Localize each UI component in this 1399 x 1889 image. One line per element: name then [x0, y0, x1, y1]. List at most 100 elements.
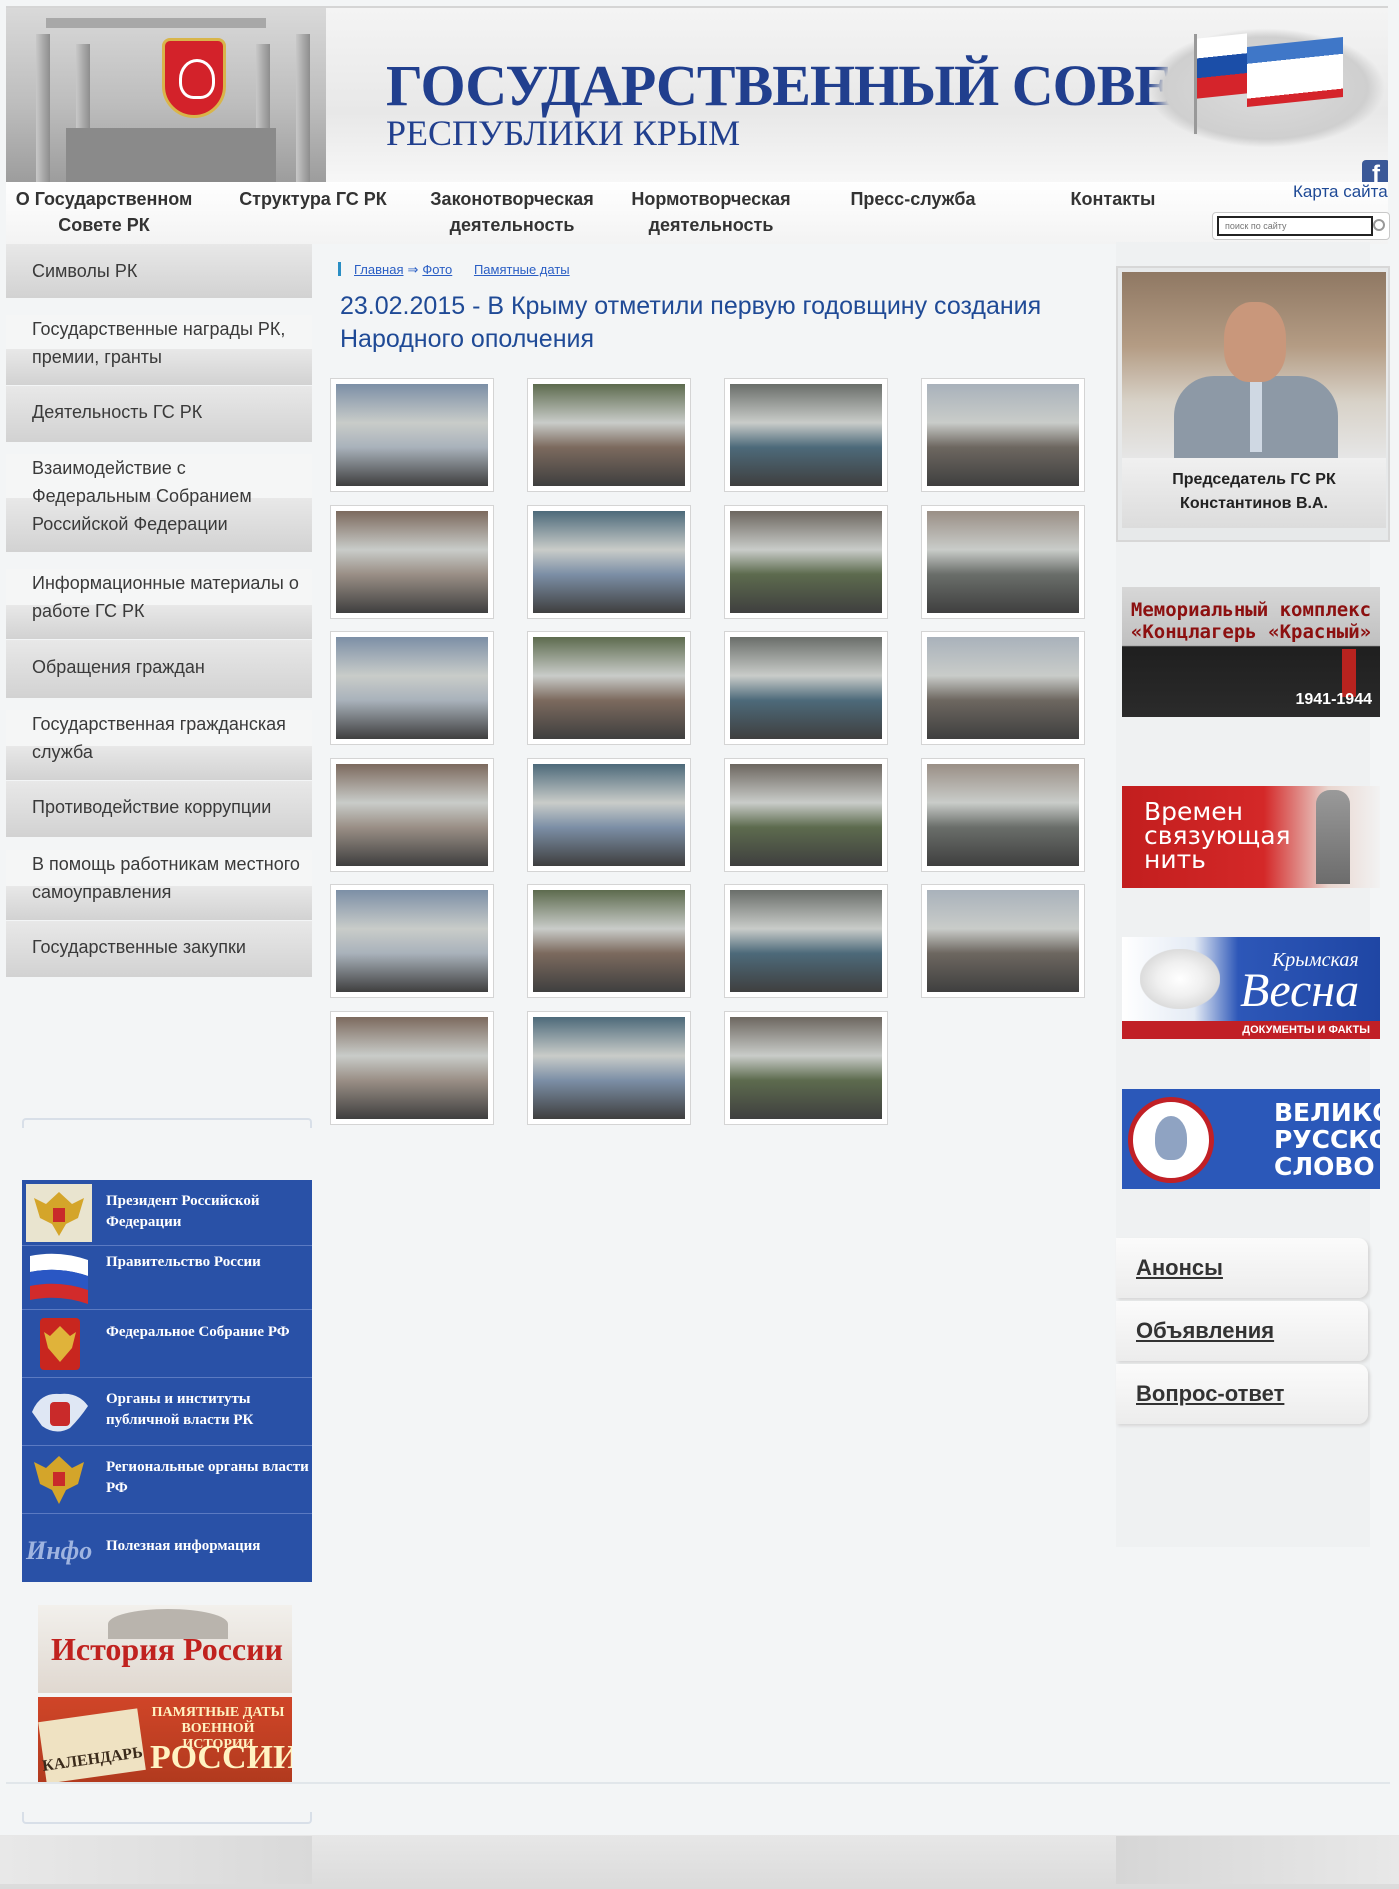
left-menu-item-civil-service[interactable]: Государственная гражданская служба [6, 710, 312, 780]
gallery-thumbnail[interactable] [921, 631, 1085, 745]
link-label: Правительство России [106, 1254, 261, 1270]
photo [533, 637, 685, 739]
gallery-thumbnail[interactable] [330, 378, 494, 492]
banner-text-line: Мемориальный комплекс [1130, 599, 1372, 621]
left-menu-item-appeals[interactable]: Обращения граждан [6, 640, 312, 698]
great-russian-word-banner[interactable]: ВЕЛИКОЕ РУССКОЕ СЛОВО [1122, 1089, 1380, 1189]
main-nav: О Государственном Совете РК Структура ГС… [6, 182, 1388, 244]
gallery-thumbnail[interactable] [921, 505, 1085, 619]
breadcrumb-photo[interactable]: Фото [422, 262, 452, 277]
photo [533, 511, 685, 613]
banner-text-line: РУССКОЕ [1274, 1125, 1380, 1154]
gallery-thumbnail[interactable] [921, 884, 1085, 998]
site-subtitle[interactable]: РЕСПУБЛИКИ КРЫМ [386, 112, 740, 154]
nav-label: Совете РК [58, 215, 150, 235]
left-menu-label: Противодействие коррупции [32, 797, 272, 817]
gallery-thumbnail[interactable] [724, 1011, 888, 1125]
photo [927, 637, 1079, 739]
left-menu-item-local-government[interactable]: В помощь работникам местного самоуправле… [6, 850, 312, 920]
link-label: Органы и институты публичной власти РК [106, 1391, 254, 1428]
gallery-thumbnail[interactable] [330, 505, 494, 619]
gallery-thumbnail[interactable] [527, 1011, 691, 1125]
gallery-thumbnail[interactable] [724, 884, 888, 998]
info-icon: Инфо [26, 1536, 93, 1565]
search-icon[interactable] [1373, 219, 1385, 231]
nav-item-contacts[interactable]: Контакты [1048, 186, 1178, 212]
left-menu-item-symbols[interactable]: Символы РК [6, 244, 312, 298]
breadcrumb: Главная ⇒ Фото Памятные даты [338, 262, 570, 278]
memorial-complex-banner[interactable]: Мемориальный комплекс «Концлагерь «Красн… [1122, 587, 1380, 717]
sitemap-icon [338, 262, 350, 276]
left-menu-label: Государственные закупки [32, 937, 246, 957]
link-label: Федеральное Собрание РФ [106, 1324, 290, 1340]
photo [336, 1017, 488, 1119]
tab-faq[interactable]: Вопрос-ответ [1116, 1364, 1368, 1424]
nav-item-press[interactable]: Пресс-служба [838, 186, 988, 212]
gallery-thumbnail[interactable] [527, 758, 691, 872]
gallery-thumbnail[interactable] [330, 1011, 494, 1125]
gallery-thumbnail[interactable] [724, 378, 888, 492]
nav-item-about[interactable]: О Государственном Совете РК [14, 186, 194, 238]
gallery-thumbnail[interactable] [330, 758, 494, 872]
nav-label: деятельность [648, 215, 774, 235]
footer-right-block [1116, 1836, 1399, 1884]
left-menu-item-anticorruption[interactable]: Противодействие коррупции [6, 781, 312, 837]
photo [336, 764, 488, 866]
chairman-photo[interactable] [1122, 272, 1386, 458]
link-president[interactable]: Президент Российской Федерации [22, 1180, 312, 1246]
search-box [1212, 212, 1390, 240]
left-menu-item-activity[interactable]: Деятельность ГС РК [6, 386, 312, 442]
tab-announcements[interactable]: Анонсы [1116, 1238, 1368, 1298]
left-menu-item-procurement[interactable]: Государственные закупки [6, 921, 312, 977]
gallery-thumbnail[interactable] [921, 378, 1085, 492]
footer-left-block [0, 1836, 312, 1884]
breadcrumb-dates[interactable]: Памятные даты [474, 262, 570, 277]
crimea-coat-of-arms-icon[interactable] [162, 38, 226, 118]
site-title[interactable]: ГОСУДАРСТВЕННЫЙ СОВЕТ [386, 52, 1211, 119]
tab-notices[interactable]: Объявления [1116, 1301, 1368, 1361]
link-label: Полезная информация [106, 1538, 261, 1554]
link-useful-info[interactable]: Инфо Полезная информация [22, 1514, 312, 1582]
nav-item-lawmaking[interactable]: Законотворческая деятельность [420, 186, 604, 238]
photo [336, 511, 488, 613]
nav-item-structure[interactable]: Структура ГС РК [228, 186, 398, 212]
military-calendar-banner[interactable]: КАЛЕНДАРЬ ПАМЯТНЫЕ ДАТЫ ВОЕННОЙ ИСТОРИИ … [38, 1697, 292, 1783]
crimean-spring-banner[interactable]: Крымская Весна ДОКУМЕНТЫ И ФАКТЫ [1122, 937, 1380, 1039]
photo [730, 511, 882, 613]
chairman-card[interactable]: Председатель ГС РК Константинов В.А. [1116, 266, 1390, 542]
gallery-thumbnail[interactable] [724, 758, 888, 872]
gallery-thumbnail[interactable] [724, 505, 888, 619]
photo [533, 1017, 685, 1119]
gallery-thumbnail[interactable] [527, 631, 691, 745]
gallery-thumbnail[interactable] [527, 378, 691, 492]
nav-label: Контакты [1070, 189, 1156, 209]
link-regional-authorities[interactable]: Региональные органы власти РФ [22, 1446, 312, 1514]
facebook-icon[interactable]: f [1362, 160, 1388, 182]
chairman-name: Константинов В.А. [1180, 495, 1328, 512]
left-menu-item-awards[interactable]: Государственные награды РК, премии, гран… [6, 315, 312, 385]
banner-text: Мемориальный комплекс «Концлагерь «Красн… [1122, 599, 1380, 643]
history-of-russia-banner[interactable]: История России [38, 1605, 292, 1693]
link-government[interactable]: Правительство России [22, 1246, 312, 1310]
search-input[interactable] [1217, 216, 1373, 236]
gallery-thumbnail[interactable] [330, 884, 494, 998]
link-crimea-authorities[interactable]: Органы и институты публичной власти РК [22, 1378, 312, 1446]
sitemap-link[interactable]: Карта сайта [1293, 182, 1388, 202]
photo [730, 764, 882, 866]
gallery-thumbnail[interactable] [921, 758, 1085, 872]
gallery-thumbnail[interactable] [330, 631, 494, 745]
breadcrumb-home[interactable]: Главная [354, 262, 403, 277]
left-menu-item-info-materials[interactable]: Информационные материалы о работе ГС РК [6, 569, 312, 639]
tab-label: Объявления [1136, 1318, 1275, 1343]
times-thread-banner[interactable]: Времен связующая нить [1122, 786, 1380, 888]
link-federal-assembly[interactable]: Федеральное Собрание РФ [22, 1310, 312, 1378]
russian-flag-icon [1197, 33, 1247, 99]
snowdrop-flower-icon [1140, 949, 1220, 1009]
nav-item-rulemaking[interactable]: Нормотворческая деятельность [622, 186, 800, 238]
gallery-thumbnail[interactable] [527, 884, 691, 998]
photo [927, 764, 1079, 866]
left-menu-item-federal-assembly[interactable]: Взаимодействие с Федеральным Собранием Р… [6, 454, 312, 552]
gallery-thumbnail[interactable] [724, 631, 888, 745]
gallery-thumbnail[interactable] [527, 505, 691, 619]
banner-text: ДОКУМЕНТЫ И ФАКТЫ [1122, 1021, 1380, 1039]
